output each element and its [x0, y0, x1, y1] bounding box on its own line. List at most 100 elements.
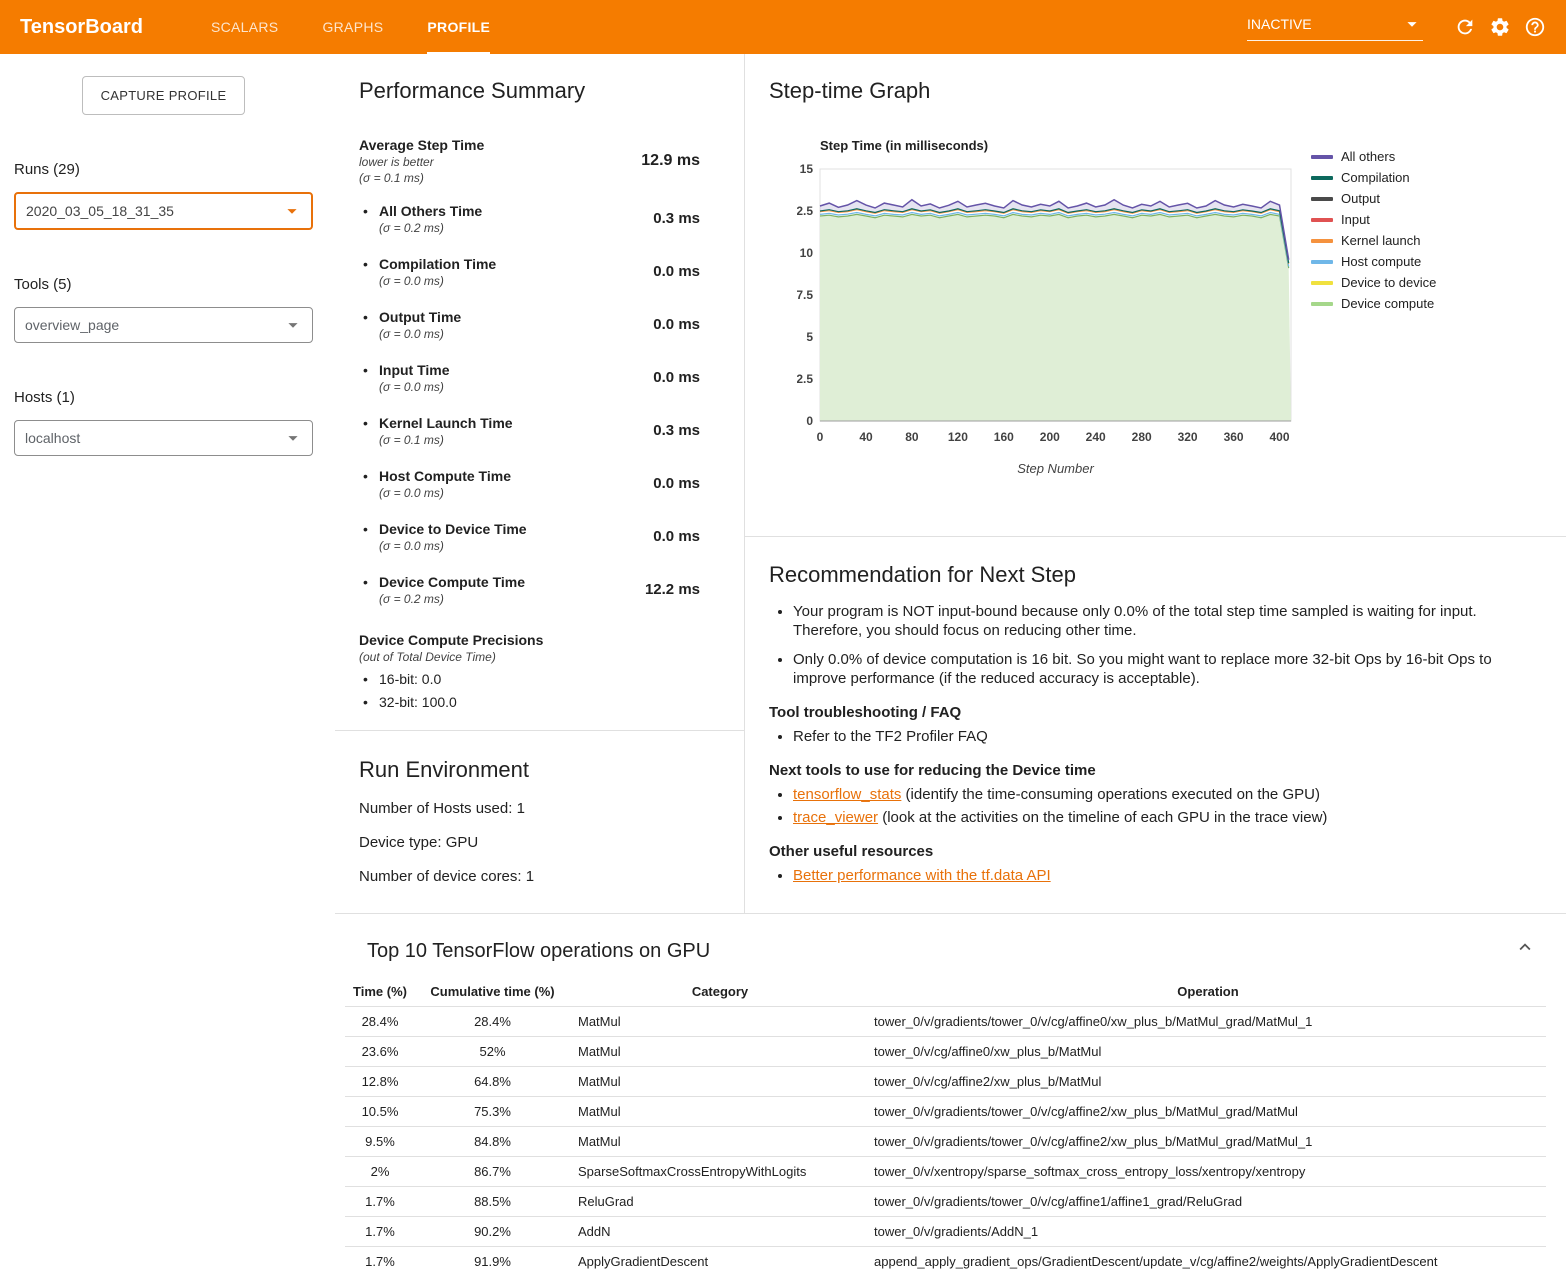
faq-list: Refer to the TF2 Profiler FAQ — [793, 727, 1526, 746]
other-resources-list: Better performance with the tf.data API — [793, 866, 1526, 885]
bullet: • — [359, 362, 379, 394]
svg-text:0: 0 — [806, 414, 813, 428]
chart-title: Step Time (in milliseconds) — [820, 138, 1297, 153]
metric-value: 0.3 ms — [653, 422, 700, 439]
bullet: • — [359, 468, 379, 500]
resource-item: Better performance with the tf.data API — [793, 866, 1526, 885]
precisions-note: (out of Total Device Time) — [359, 650, 700, 664]
trace_viewer-link[interactable]: trace_viewer — [793, 809, 878, 826]
next-tools-list: tensorflow_stats (identify the time-cons… — [793, 785, 1526, 827]
metric-sigma: (σ = 0.1 ms) — [359, 171, 484, 185]
runs-select[interactable]: 2020_03_05_18_31_35 — [14, 192, 313, 230]
metric-value: 0.3 ms — [653, 210, 700, 227]
table-cell: 90.2% — [415, 1217, 570, 1247]
tensorflow_stats-link[interactable]: tensorflow_stats — [793, 786, 901, 803]
main-content: Performance Summary Average Step Time lo… — [335, 54, 1566, 1275]
legend-swatch — [1311, 281, 1333, 285]
tfdata-api-link[interactable]: Better performance with the tf.data API — [793, 867, 1051, 884]
metric-sigma: (σ = 0.0 ms) — [379, 380, 450, 394]
table-cell: 52% — [415, 1037, 570, 1067]
legend-swatch — [1311, 197, 1333, 201]
table-cell: 2% — [345, 1157, 415, 1187]
app-header: TensorBoard SCALARS GRAPHS PROFILE INACT… — [0, 0, 1566, 54]
table-row: 1.7%90.2%AddNtower_0/v/gradients/AddN_1 — [345, 1217, 1546, 1247]
table-row: 10.5%75.3%MatMultower_0/v/gradients/towe… — [345, 1097, 1546, 1127]
legend-item: Host compute — [1311, 251, 1436, 272]
table-cell: 9.5% — [345, 1127, 415, 1157]
tool-description: (identify the time-consuming operations … — [901, 786, 1320, 803]
legend-swatch — [1311, 218, 1333, 222]
metric-row: •Device to Device Time(σ = 0.0 ms)0.0 ms — [359, 510, 700, 563]
tools-select[interactable]: overview_page — [14, 307, 313, 343]
svg-text:80: 80 — [905, 430, 919, 444]
reload-status-select[interactable]: INACTIVE — [1247, 13, 1423, 41]
table-cell: MatMul — [570, 1007, 870, 1037]
metric-name: Output Time — [379, 309, 461, 325]
help-icon[interactable] — [1524, 16, 1546, 38]
svg-text:160: 160 — [994, 430, 1014, 444]
table-cell: ApplyGradientDescent — [570, 1247, 870, 1275]
faq-heading: Tool troubleshooting / FAQ — [769, 704, 1526, 721]
table-cell: AddN — [570, 1217, 870, 1247]
table-cell: 1.7% — [345, 1217, 415, 1247]
step-time-chart: Step Time (in milliseconds) 02.557.51012… — [797, 138, 1297, 488]
bullet: • — [359, 415, 379, 447]
reload-status-value: INACTIVE — [1247, 16, 1312, 32]
metric-row: •Output Time(σ = 0.0 ms)0.0 ms — [359, 298, 700, 351]
recommendation-item: Only 0.0% of device computation is 16 bi… — [793, 650, 1526, 688]
svg-text:2.5: 2.5 — [797, 372, 813, 386]
table-cell: tower_0/v/gradients/tower_0/v/cg/affine0… — [870, 1007, 1546, 1037]
legend-label: All others — [1341, 149, 1395, 164]
table-row: 28.4%28.4%MatMultower_0/v/gradients/towe… — [345, 1007, 1546, 1037]
svg-text:0: 0 — [817, 430, 824, 444]
metric-value: 0.0 ms — [653, 475, 700, 492]
svg-text:120: 120 — [948, 430, 968, 444]
table-cell: 28.4% — [345, 1007, 415, 1037]
metric-name: Input Time — [379, 362, 450, 378]
table-cell: 12.8% — [345, 1067, 415, 1097]
table-row: 1.7%91.9%ApplyGradientDescentappend_appl… — [345, 1247, 1546, 1275]
table-cell: MatMul — [570, 1037, 870, 1067]
chevron-down-icon — [281, 200, 303, 222]
svg-text:15: 15 — [800, 162, 814, 176]
bullet: • — [359, 694, 379, 710]
table-cell: tower_0/v/cg/affine0/xw_plus_b/MatMul — [870, 1037, 1546, 1067]
legend-swatch — [1311, 155, 1333, 159]
precision-item: •32-bit: 100.0 — [359, 694, 700, 710]
summary-column: Performance Summary Average Step Time lo… — [335, 54, 745, 913]
table-cell: 28.4% — [415, 1007, 570, 1037]
settings-gear-icon[interactable] — [1489, 16, 1511, 38]
env-device-type: Device type: GPU — [359, 834, 720, 851]
tool-description: (look at the activities on the timeline … — [878, 809, 1327, 826]
table-cell: 1.7% — [345, 1187, 415, 1217]
col-header-operation: Operation — [870, 977, 1546, 1007]
refresh-icon[interactable] — [1454, 16, 1476, 38]
hosts-select-value: localhost — [25, 430, 80, 446]
device-compute-precisions: Device Compute Precisions (out of Total … — [359, 632, 700, 710]
metric-row: •Kernel Launch Time(σ = 0.1 ms)0.3 ms — [359, 404, 700, 457]
top10-ops-section: Top 10 TensorFlow operations on GPU Time… — [335, 913, 1566, 1275]
metric-list: •All Others Time(σ = 0.2 ms)0.3 ms•Compi… — [359, 192, 700, 616]
runs-select-value: 2020_03_05_18_31_35 — [26, 203, 174, 219]
table-cell: append_apply_gradient_ops/GradientDescen… — [870, 1247, 1546, 1275]
detail-column: Step-time Graph Step Time (in millisecon… — [745, 54, 1566, 913]
capture-profile-button[interactable]: CAPTURE PROFILE — [82, 76, 246, 115]
svg-text:320: 320 — [1178, 430, 1198, 444]
col-header-cumulative: Cumulative time (%) — [415, 977, 570, 1007]
metric-sigma: (σ = 0.2 ms) — [379, 221, 482, 235]
step-time-graph-title: Step-time Graph — [769, 78, 1542, 104]
tab-scalars[interactable]: SCALARS — [211, 0, 278, 54]
tab-graphs[interactable]: GRAPHS — [322, 0, 383, 54]
svg-text:7.5: 7.5 — [797, 288, 813, 302]
metric-sigma: (σ = 0.2 ms) — [379, 592, 525, 606]
svg-text:10: 10 — [800, 246, 814, 260]
runs-label: Runs (29) — [14, 161, 313, 178]
hosts-select[interactable]: localhost — [14, 420, 313, 456]
svg-text:Step Number: Step Number — [1017, 461, 1094, 476]
table-cell: tower_0/v/gradients/tower_0/v/cg/affine2… — [870, 1127, 1546, 1157]
tab-profile[interactable]: PROFILE — [427, 0, 490, 54]
tools-select-value: overview_page — [25, 317, 119, 333]
collapse-chevron-up-icon[interactable] — [1514, 936, 1536, 961]
metric-name: Average Step Time — [359, 137, 484, 153]
chevron-down-icon — [1401, 13, 1423, 35]
